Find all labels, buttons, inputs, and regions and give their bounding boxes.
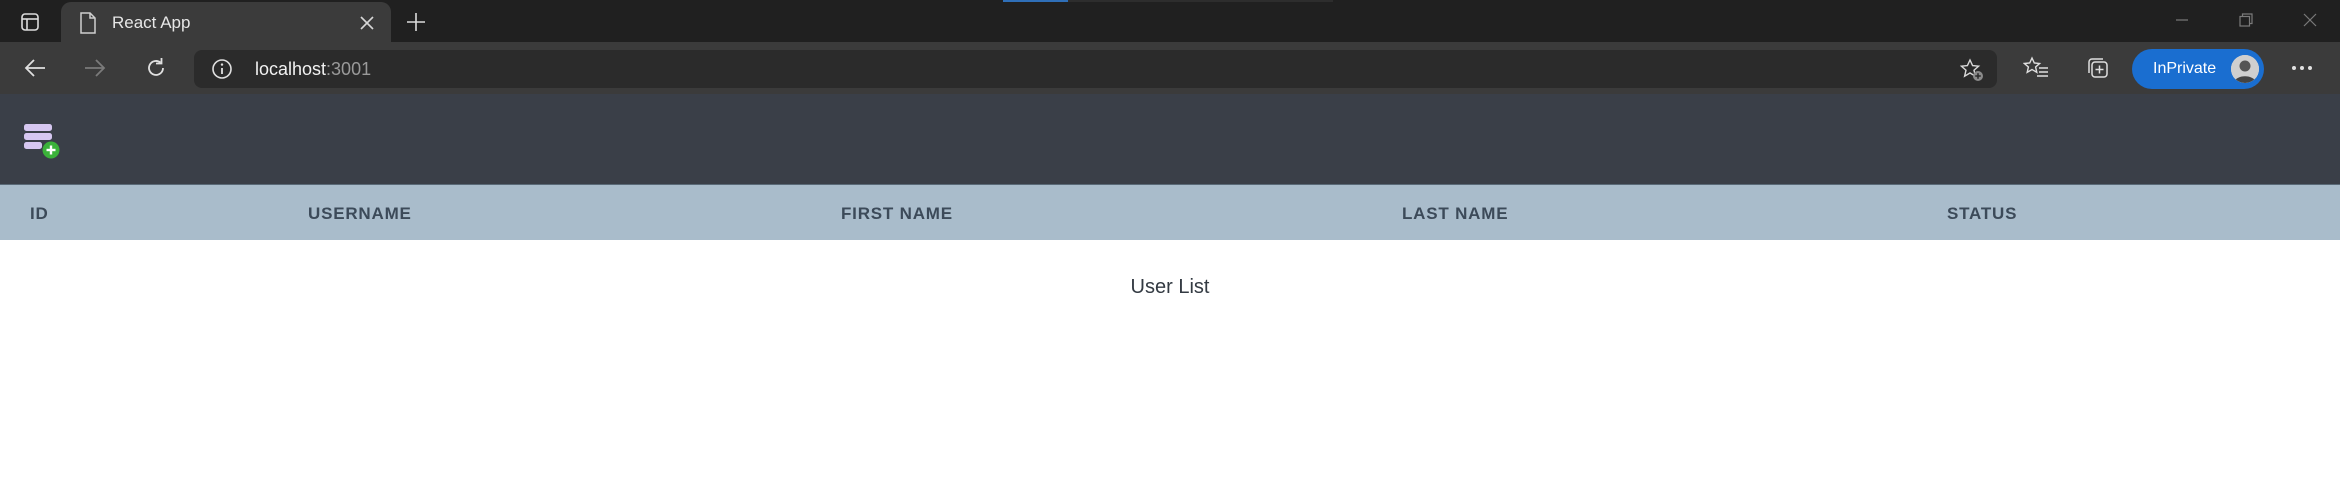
favorites-button[interactable]	[2020, 52, 2052, 84]
browser-tab[interactable]: React App	[61, 2, 391, 42]
page-icon	[80, 12, 96, 34]
more-icon	[2292, 66, 2312, 70]
forward-icon	[85, 59, 106, 77]
add-user-icon	[24, 124, 60, 159]
back-button[interactable]	[19, 52, 51, 84]
forward-button[interactable]	[79, 52, 111, 84]
browser-toolbar: localhost:3001 InPrivate	[0, 42, 2340, 94]
close-window-button[interactable]	[2290, 6, 2330, 34]
url-port: :3001	[326, 59, 372, 79]
address-bar[interactable]: localhost:3001	[194, 50, 1997, 88]
avatar	[2231, 55, 2259, 83]
table-header: ID USERNAME FIRST NAME LAST NAME STATUS	[0, 184, 2340, 240]
app-header	[0, 94, 2340, 184]
column-header-status[interactable]: STATUS	[1947, 204, 2017, 224]
info-icon[interactable]	[211, 58, 233, 80]
loading-indicator	[1003, 0, 1333, 2]
favorites-icon	[2023, 56, 2048, 77]
table-caption: User List	[1130, 276, 1210, 298]
restore-button[interactable]	[2226, 6, 2266, 34]
profile-icon	[2231, 55, 2259, 83]
column-header-username[interactable]: USERNAME	[308, 204, 412, 224]
tab-title: React App	[112, 13, 191, 32]
back-icon	[24, 59, 45, 77]
close-window-icon	[2303, 13, 2317, 27]
restore-icon	[2239, 13, 2253, 27]
tab-strip: React App	[0, 0, 2340, 42]
column-header-last-name[interactable]: LAST NAME	[1402, 204, 1508, 224]
minimize-button[interactable]	[2162, 6, 2202, 34]
tab-actions-button[interactable]	[14, 9, 46, 35]
url-host: localhost	[255, 59, 327, 79]
add-favorite-icon[interactable]	[1960, 58, 1984, 82]
loading-indicator-fill	[1003, 0, 1068, 2]
plus-icon	[407, 13, 425, 31]
close-tab-button[interactable]	[355, 11, 379, 35]
collections-button[interactable]	[2082, 52, 2114, 84]
tab-actions-icon	[21, 13, 39, 31]
column-header-first-name[interactable]: FIRST NAME	[841, 204, 953, 224]
minimize-icon	[2176, 19, 2188, 21]
inprivate-button[interactable]: InPrivate	[2132, 49, 2264, 89]
column-header-id[interactable]: ID	[30, 204, 49, 224]
collections-icon	[2088, 58, 2108, 78]
refresh-icon	[148, 58, 164, 76]
more-button[interactable]	[2286, 52, 2318, 84]
close-icon	[360, 16, 374, 30]
inprivate-label: InPrivate	[2153, 60, 2217, 77]
url-text: localhost:3001	[255, 59, 371, 80]
add-user-button[interactable]	[22, 122, 62, 162]
refresh-button[interactable]	[140, 52, 172, 84]
new-tab-button[interactable]	[401, 7, 431, 37]
